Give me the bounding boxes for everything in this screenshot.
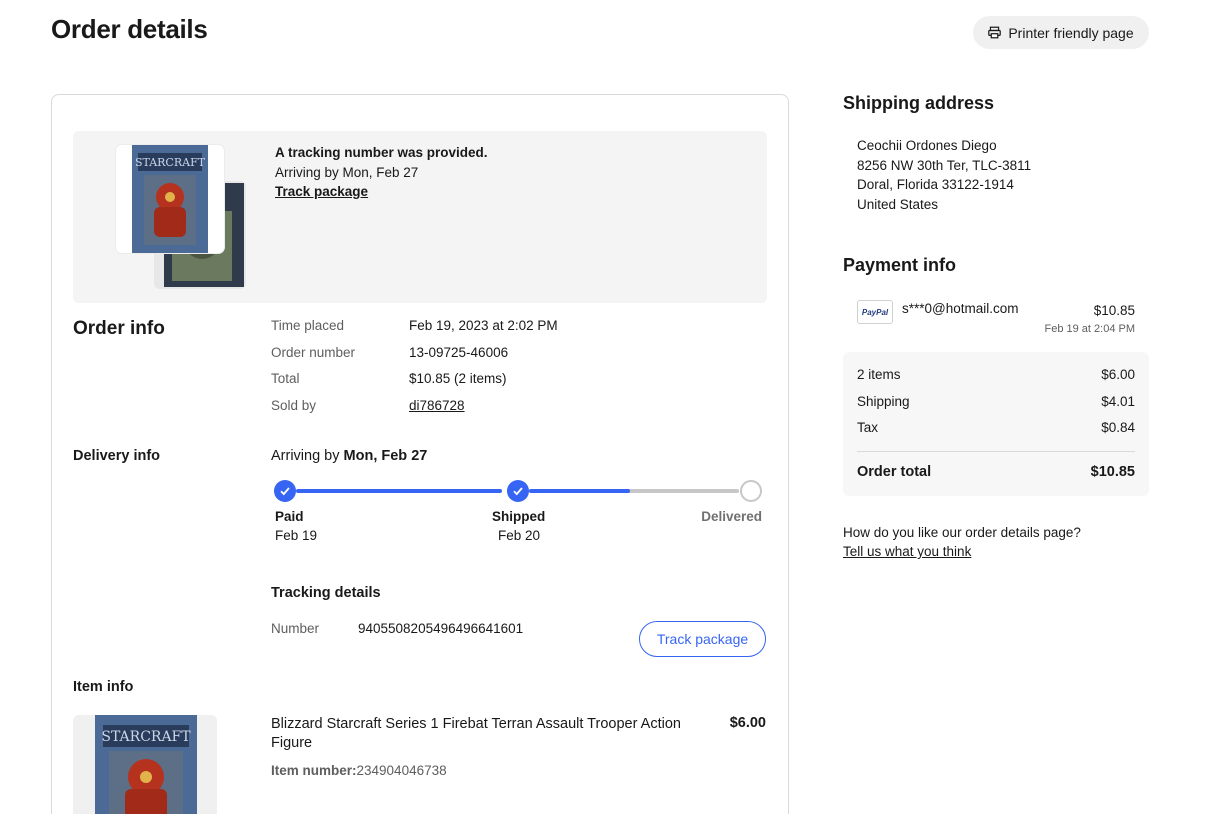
item-number: Item number:234904046738 bbox=[271, 763, 447, 778]
feedback-link[interactable]: Tell us what you think bbox=[843, 544, 971, 559]
item-info-title: Item info bbox=[73, 679, 134, 695]
tracking-banner-arrival: Arriving by Mon, Feb 27 bbox=[275, 165, 419, 180]
payment-amount: $10.85 bbox=[1093, 303, 1135, 318]
tracking-banner-title: A tracking number was provided. bbox=[275, 145, 488, 160]
progress-segment-1 bbox=[296, 489, 502, 493]
summary-shipping-label: Shipping bbox=[857, 394, 910, 409]
tracking-number-value: 9405508205496496641601 bbox=[358, 621, 524, 636]
address-line: United States bbox=[857, 197, 939, 212]
delivery-progress bbox=[274, 479, 764, 503]
printer-button-label: Printer friendly page bbox=[1008, 24, 1134, 41]
item-thumbnail-front: STARCRAFT bbox=[116, 145, 224, 253]
order-number-label: Order number bbox=[271, 345, 356, 360]
address-line: 8256 NW 30th Ter, TLC-3811 bbox=[857, 158, 1032, 173]
item-number-label: Item number: bbox=[271, 763, 357, 778]
step-paid-label: Paid bbox=[275, 509, 304, 524]
payment-info-title: Payment info bbox=[843, 255, 957, 275]
time-placed-label: Time placed bbox=[271, 318, 345, 333]
sold-by-label: Sold by bbox=[271, 398, 317, 413]
feedback-question: How do you like our order details page? bbox=[843, 525, 1081, 540]
summary-items-value: $6.00 bbox=[1101, 367, 1135, 382]
item-thumbnail-stack[interactable]: STARCRAFT bbox=[116, 145, 262, 291]
address-line: Doral, Florida 33122-1914 bbox=[857, 177, 1014, 192]
printer-friendly-button[interactable]: Printer friendly page bbox=[973, 16, 1149, 49]
summary-shipping-value: $4.01 bbox=[1101, 394, 1135, 409]
step-shipped-date: Feb 20 bbox=[498, 528, 541, 543]
seller-link[interactable]: di786728 bbox=[409, 398, 465, 413]
item-image[interactable]: STARCRAFT bbox=[73, 715, 217, 814]
tracking-number-label: Number bbox=[271, 621, 320, 636]
address-line: Ceochii Ordones Diego bbox=[857, 138, 997, 153]
printer-icon bbox=[988, 26, 1002, 39]
tracking-details-title: Tracking details bbox=[271, 585, 381, 601]
page-title: Order details bbox=[51, 14, 208, 44]
progress-fill-2 bbox=[529, 489, 630, 493]
item-price: $6.00 bbox=[729, 715, 766, 731]
summary-tax-label: Tax bbox=[857, 420, 879, 435]
delivery-arrival: Arriving by Mon, Feb 27 bbox=[271, 448, 427, 464]
step-shipped-check-icon bbox=[507, 480, 529, 502]
svg-text:STARCRAFT: STARCRAFT bbox=[101, 729, 191, 745]
total-value: $10.85 (2 items) bbox=[409, 371, 507, 386]
payment-email: s***0@hotmail.com bbox=[902, 301, 1019, 316]
step-paid-date: Feb 19 bbox=[275, 528, 318, 543]
order-info-title: Order info bbox=[73, 318, 165, 339]
item-title[interactable]: Blizzard Starcraft Series 1 Firebat Terr… bbox=[271, 715, 691, 753]
item-number-value: 234904046738 bbox=[356, 763, 447, 778]
step-paid-check-icon bbox=[274, 480, 296, 502]
step-delivered-circle-icon bbox=[740, 480, 762, 502]
paypal-logo-icon: PayPal bbox=[857, 300, 893, 324]
delivery-info-title: Delivery info bbox=[73, 448, 161, 464]
svg-text:STARCRAFT: STARCRAFT bbox=[135, 156, 206, 169]
total-label: Total bbox=[271, 371, 300, 386]
track-package-link[interactable]: Track package bbox=[275, 184, 368, 199]
summary-tax-value: $0.84 bbox=[1101, 420, 1135, 435]
arrival-prefix: Arriving by bbox=[271, 448, 340, 464]
order-total-label: Order total bbox=[857, 464, 932, 480]
arrival-date: Mon, Feb 27 bbox=[343, 448, 428, 464]
step-shipped-label: Shipped bbox=[492, 509, 546, 524]
order-number-value: 13-09725-46006 bbox=[409, 345, 509, 360]
time-placed-value: Feb 19, 2023 at 2:02 PM bbox=[409, 318, 558, 333]
summary-items-label: 2 items bbox=[857, 367, 901, 382]
step-delivered-label: Delivered bbox=[701, 509, 762, 524]
payment-date: Feb 19 at 2:04 PM bbox=[1044, 323, 1136, 335]
order-total-value: $10.85 bbox=[1090, 464, 1135, 480]
shipping-address-title: Shipping address bbox=[843, 93, 995, 113]
summary-divider bbox=[857, 451, 1135, 452]
track-package-button[interactable]: Track package bbox=[639, 621, 766, 657]
